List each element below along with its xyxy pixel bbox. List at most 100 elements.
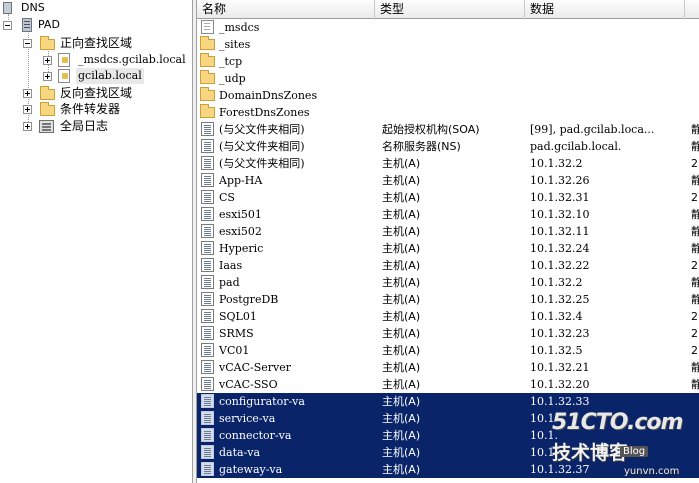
column-header-timestamp[interactable] <box>685 0 699 19</box>
list-item[interactable]: ForestDnsZones <box>197 104 699 121</box>
record-timestamp <box>691 104 699 121</box>
folder-icon <box>40 36 55 50</box>
tree-node-global-logs[interactable]: 全局日志 <box>23 118 188 134</box>
collapse-icon[interactable] <box>3 21 12 30</box>
list-item[interactable]: _tcp <box>197 53 699 70</box>
record-timestamp: 静 <box>691 208 699 221</box>
record-timestamp: 2 <box>691 191 698 204</box>
expand-icon[interactable] <box>43 72 52 81</box>
record-name: _tcp <box>219 55 243 68</box>
list-item[interactable]: esxi502 主机(A) 10.1.32.11 静 <box>197 223 699 240</box>
record-name: connector-va <box>219 429 292 442</box>
list-item[interactable]: pad 主机(A) 10.1.32.2 静 <box>197 274 699 291</box>
record-data: 10.1. <box>530 446 558 459</box>
record-name: (与父文件夹相同) <box>219 157 305 170</box>
tree-node-dns[interactable]: DNS <box>3 0 63 16</box>
record-data: 10.1.32.26 <box>530 174 590 187</box>
record-data: 10.1.32.22 <box>530 259 590 272</box>
column-header-type[interactable]: 类型 <box>375 0 525 19</box>
server-icon <box>22 18 32 32</box>
list-item[interactable]: Iaas 主机(A) 10.1.32.22 2 <box>197 257 699 274</box>
dns-record-icon <box>201 275 214 289</box>
record-timestamp: 静 <box>691 174 699 187</box>
list-item[interactable]: vCAC-Server 主机(A) 10.1.32.21 静 <box>197 359 699 376</box>
list-item[interactable]: data-va 主机(A) 10.1. <box>197 444 699 461</box>
record-type: 主机(A) <box>382 276 421 289</box>
list-item[interactable]: App-HA 主机(A) 10.1.32.26 静 <box>197 172 699 189</box>
expand-icon[interactable] <box>23 105 32 114</box>
zone-icon <box>58 53 70 67</box>
dns-record-icon <box>201 224 214 238</box>
list-item[interactable]: gateway-va 主机(A) 10.1.32.37 <box>197 461 699 478</box>
record-data <box>530 87 692 104</box>
list-item[interactable]: _sites <box>197 36 699 53</box>
record-timestamp: 静 <box>691 361 699 374</box>
record-name: vCAC-Server <box>219 361 291 374</box>
dns-record-icon <box>201 411 214 425</box>
dns-record-icon <box>201 190 214 204</box>
list-item[interactable]: (与父文件夹相同) 主机(A) 10.1.32.2 2 <box>197 155 699 172</box>
tree-node-zone-msdcs[interactable]: _msdcs.gcilab.local <box>43 52 192 68</box>
record-data: 10.1.32.21 <box>530 361 590 374</box>
record-timestamp: 2 <box>691 344 698 357</box>
record-type: 主机(A) <box>382 463 421 476</box>
tree-label-server: PAD <box>38 18 60 31</box>
record-timestamp <box>691 19 699 36</box>
list-item[interactable]: SQL01 主机(A) 10.1.32.4 2 <box>197 308 699 325</box>
record-name: DomainDnsZones <box>219 89 318 102</box>
tree-node-conditional-forwarders[interactable]: 条件转发器 <box>23 101 188 117</box>
record-timestamp: 2 <box>691 259 698 272</box>
list-item[interactable]: _udp <box>197 70 699 87</box>
dns-record-icon <box>201 343 214 357</box>
record-data <box>530 53 692 70</box>
record-name: service-va <box>219 412 276 425</box>
list-item[interactable]: service-va 主机(A) 10.1. <box>197 410 699 427</box>
column-header-name[interactable]: 名称 <box>197 0 375 19</box>
record-name: VC01 <box>219 344 250 357</box>
list-item[interactable]: Hyperic 主机(A) 10.1.32.24 静 <box>197 240 699 257</box>
list-item[interactable]: _msdcs <box>197 19 699 36</box>
list-item[interactable]: DomainDnsZones <box>197 87 699 104</box>
record-type: 主机(A) <box>382 174 421 187</box>
record-type <box>382 87 527 104</box>
list-item[interactable]: PostgreDB 主机(A) 10.1.32.25 静 <box>197 291 699 308</box>
dns-record-icon <box>201 122 214 136</box>
log-icon <box>39 120 54 133</box>
dns-icon <box>3 2 12 14</box>
tree-node-reverse-zones[interactable]: 反向查找区域 <box>23 85 188 101</box>
record-type: 主机(A) <box>382 412 421 425</box>
record-name: _sites <box>219 38 251 51</box>
column-header-data[interactable]: 数据 <box>525 0 685 19</box>
list-item[interactable]: (与父文件夹相同) 名称服务器(NS) pad.gcilab.local. 静 <box>197 138 699 155</box>
list-item[interactable]: CS 主机(A) 10.1.32.31 2 <box>197 189 699 206</box>
list-item[interactable]: SRMS 主机(A) 10.1.32.23 2 <box>197 325 699 342</box>
list-item[interactable]: VC01 主机(A) 10.1.32.5 2 <box>197 342 699 359</box>
record-name: vCAC-SSO <box>219 378 278 391</box>
tree-node-server[interactable]: PAD <box>3 17 83 33</box>
expand-icon[interactable] <box>43 56 52 65</box>
record-type: 主机(A) <box>382 327 421 340</box>
record-data <box>530 36 692 53</box>
list-item[interactable]: (与父文件夹相同) 起始授权机构(SOA) [99], pad.gcilab.loc… <box>197 121 699 138</box>
record-name: SQL01 <box>219 310 257 323</box>
record-name: ForestDnsZones <box>219 106 310 119</box>
record-data: 10.1.32.20 <box>530 378 590 391</box>
tree-node-forward-zones[interactable]: 正向查找区域 <box>23 35 188 51</box>
list-item[interactable]: configurator-va 主机(A) 10.1.32.33 <box>197 393 699 410</box>
record-timestamp: 2 <box>691 310 698 323</box>
record-data: 10.1.32.23 <box>530 327 590 340</box>
folder-icon <box>200 53 215 67</box>
tree-node-zone-gcilab[interactable]: gcilab.local <box>43 68 192 84</box>
list-item[interactable]: esxi501 主机(A) 10.1.32.10 静 <box>197 206 699 223</box>
record-timestamp <box>691 53 699 70</box>
record-type: 主机(A) <box>382 157 421 170</box>
collapse-icon[interactable] <box>23 39 32 48</box>
record-timestamp <box>691 36 699 53</box>
list-item[interactable]: vCAC-SSO 主机(A) 10.1.32.20 静 <box>197 376 699 393</box>
record-type: 主机(A) <box>382 344 421 357</box>
expand-icon[interactable] <box>23 122 32 131</box>
record-name: esxi502 <box>219 225 262 238</box>
expand-icon[interactable] <box>23 89 32 98</box>
list-item[interactable]: connector-va 主机(A) 10.1. <box>197 427 699 444</box>
record-type: 主机(A) <box>382 310 421 323</box>
